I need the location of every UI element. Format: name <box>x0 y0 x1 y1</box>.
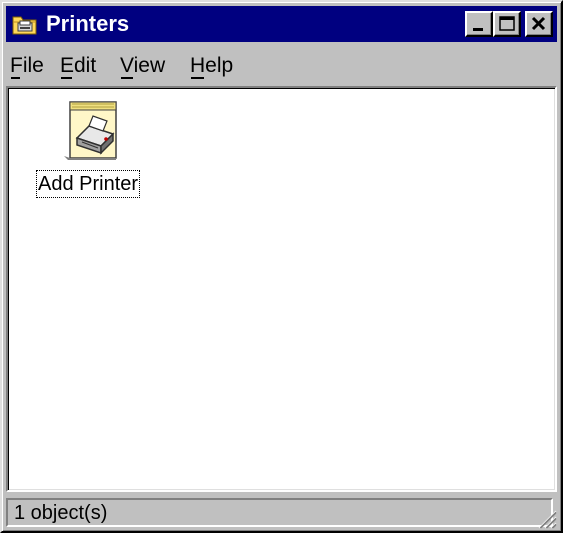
menu-edit-accelerator <box>61 77 72 79</box>
add-printer-label: Add Printer <box>36 170 141 198</box>
minimize-icon <box>473 28 483 31</box>
menu-edit-label: Edit <box>60 54 97 77</box>
minimize-button[interactable] <box>465 11 493 37</box>
menu-view-label: View <box>120 54 166 77</box>
menu-edit[interactable]: Edit <box>60 54 97 79</box>
menu-help-label: Help <box>190 54 234 77</box>
add-printer-icon[interactable] <box>60 98 124 162</box>
menu-file-accelerator <box>11 77 20 79</box>
menu-help-accelerator <box>191 77 204 79</box>
add-printer-item[interactable]: Add Printer <box>30 98 150 208</box>
status-pane: 1 object(s) <box>6 498 553 527</box>
status-text: 1 object(s) <box>14 502 108 524</box>
resize-grip-icon[interactable] <box>533 505 557 529</box>
menu-help[interactable]: Help <box>190 54 234 79</box>
menu-view-accelerator <box>121 77 133 79</box>
maximize-icon <box>499 16 515 31</box>
close-button[interactable] <box>525 11 553 37</box>
title-bar[interactable]: Printers <box>6 6 557 42</box>
status-bar: 1 object(s) <box>6 496 557 529</box>
menu-view[interactable]: View <box>120 54 166 79</box>
maximize-button[interactable] <box>493 11 521 37</box>
window-title: Printers <box>46 11 130 36</box>
menu-file[interactable]: File <box>10 54 44 79</box>
printers-folder-icon[interactable] <box>12 12 38 36</box>
menu-file-label: File <box>10 54 44 77</box>
folder-view[interactable]: Add Printer <box>6 86 557 492</box>
printers-window: Printers File Edit View Help Add Printer… <box>0 0 563 533</box>
menu-bar: File Edit View Help <box>6 44 557 84</box>
close-icon <box>531 16 546 31</box>
